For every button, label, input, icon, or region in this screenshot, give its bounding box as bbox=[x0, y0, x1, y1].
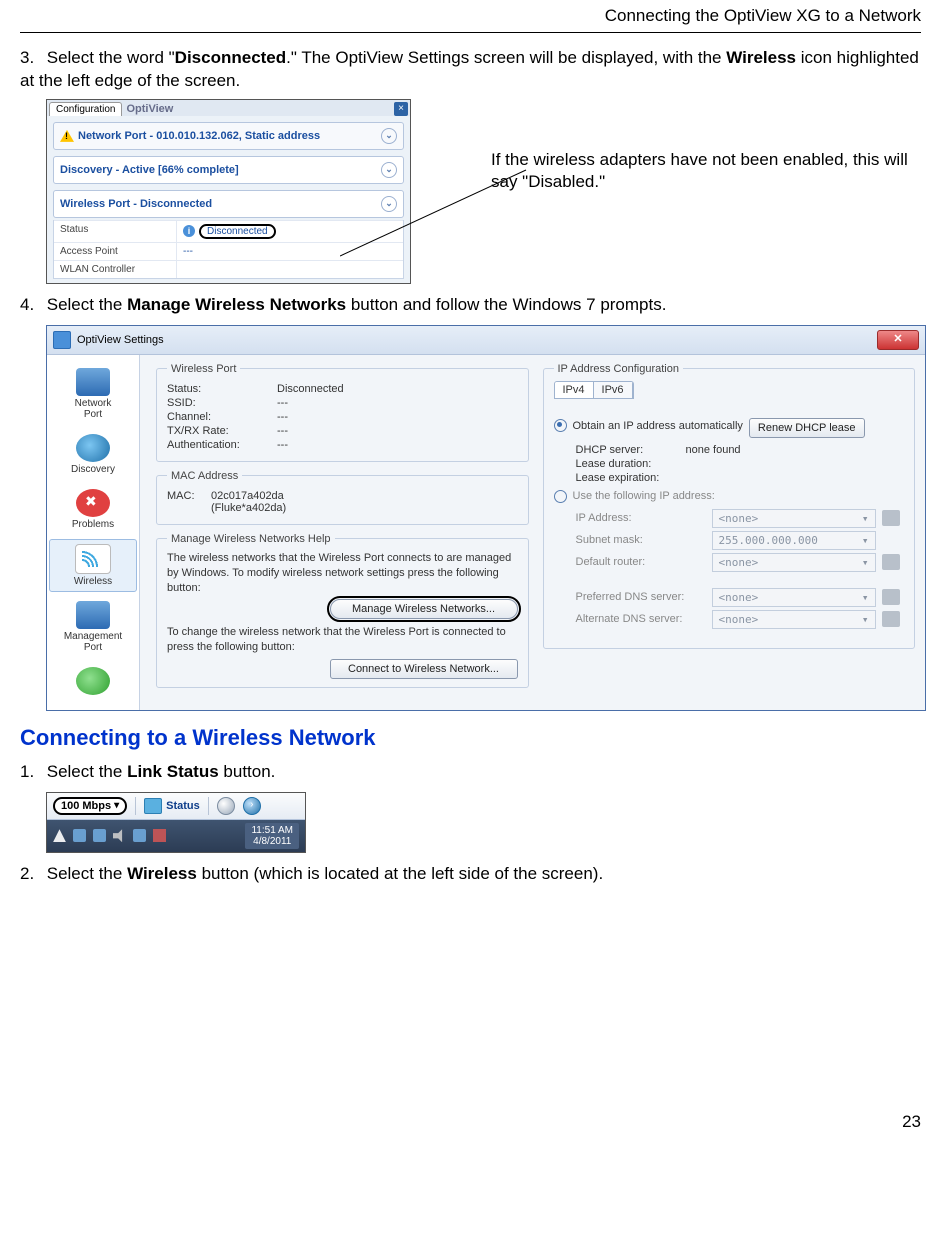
window-titlebar: OptiView Settings ✕ bbox=[47, 326, 925, 355]
connect-to-wireless-network-button[interactable]: Connect to Wireless Network... bbox=[330, 659, 518, 679]
section-heading: Connecting to a Wireless Network bbox=[20, 725, 921, 751]
callout-text: If the wireless adapters have not been e… bbox=[491, 149, 921, 193]
screenshot-network-port-panel: Configuration OptiView × Network Port - … bbox=[46, 99, 411, 284]
sidebar-item-management-port[interactable]: Management Port bbox=[49, 596, 137, 658]
status-button[interactable]: Status bbox=[144, 798, 200, 814]
sidebar-item-extra[interactable] bbox=[49, 662, 137, 702]
group-mac-address: MAC Address MAC: 02c017a402da (Fluke*a40… bbox=[156, 470, 529, 525]
tab-optiview[interactable]: OptiView bbox=[126, 103, 173, 115]
field-ip-address: IP Address:<none>▾ bbox=[576, 509, 905, 528]
grey-nav-icon[interactable] bbox=[217, 797, 235, 815]
screenshot-optiview-settings: OptiView Settings ✕ Network Port Discove… bbox=[46, 325, 926, 711]
radio-obtain-auto[interactable]: Obtain an IP address automatically Renew… bbox=[554, 414, 905, 438]
radio-use-following-ip[interactable]: Use the following IP address: bbox=[554, 490, 905, 503]
keypad-icon[interactable] bbox=[882, 510, 900, 526]
wireless-icon bbox=[75, 544, 111, 574]
sidebar-item-problems[interactable]: Problems bbox=[49, 484, 137, 535]
keypad-icon[interactable] bbox=[882, 589, 900, 605]
link-speed-badge[interactable]: 100Mbps▾ bbox=[53, 797, 127, 815]
field-alternate-dns: Alternate DNS server:<none>▾ bbox=[576, 610, 905, 629]
tab-strip: Configuration OptiView × bbox=[47, 100, 410, 116]
warning-icon bbox=[60, 130, 74, 142]
radio-dot-icon bbox=[554, 490, 567, 503]
tray-network-icon[interactable] bbox=[133, 829, 146, 842]
tray-app-icon[interactable] bbox=[73, 829, 86, 842]
close-icon[interactable]: ✕ bbox=[877, 330, 919, 350]
chevron-down-icon: ▾ bbox=[114, 800, 119, 811]
header-title: Connecting the OptiView XG to a Network bbox=[605, 6, 921, 25]
chevron-down-icon[interactable]: ⌄ bbox=[381, 196, 397, 212]
group-wireless-port: Wireless Port Status:Disconnected SSID:-… bbox=[156, 363, 529, 462]
page-number: 23 bbox=[20, 1112, 921, 1132]
header-rule bbox=[20, 32, 921, 33]
info-icon: i bbox=[183, 225, 195, 237]
field-preferred-dns: Preferred DNS server:<none>▾ bbox=[576, 588, 905, 607]
tray-action-center-icon[interactable] bbox=[153, 829, 166, 842]
screenshot-taskbar-status: 100Mbps▾ Status › 11:51 AM4/8/2011 bbox=[46, 792, 306, 853]
chevron-down-icon[interactable]: ⌄ bbox=[381, 162, 397, 178]
radio-dot-icon bbox=[554, 419, 567, 432]
keypad-icon[interactable] bbox=[882, 611, 900, 627]
sidebar-item-wireless[interactable]: Wireless bbox=[49, 539, 137, 592]
window-title: OptiView Settings bbox=[77, 334, 164, 346]
network-port-icon bbox=[76, 368, 110, 396]
step-3: 3. Select the word "Disconnected." The O… bbox=[20, 47, 921, 93]
step-2: 2. Select the Wireless button (which is … bbox=[20, 863, 921, 886]
group-manage-wireless-help: Manage Wireless Networks Help The wirele… bbox=[156, 533, 529, 688]
wireless-port-details: Status i Disconnected Access Point --- W… bbox=[53, 220, 404, 279]
sidebar-item-network-port[interactable]: Network Port bbox=[49, 363, 137, 425]
field-subnet-mask: Subnet mask:255.000.000.000▾ bbox=[576, 531, 905, 550]
ip-version-tabs[interactable]: IPv4IPv6 bbox=[554, 381, 634, 399]
tray-clock[interactable]: 11:51 AM4/8/2011 bbox=[245, 823, 299, 849]
tab-ipv6[interactable]: IPv6 bbox=[594, 382, 633, 398]
keypad-icon[interactable] bbox=[882, 554, 900, 570]
tab-ipv4[interactable]: IPv4 bbox=[555, 382, 594, 398]
discovery-icon bbox=[76, 434, 110, 462]
step-4: 4. Select the Manage Wireless Networks b… bbox=[20, 294, 921, 317]
group-ip-configuration: IP Address Configuration IPv4IPv6 Obtain… bbox=[543, 363, 916, 649]
row-wireless-port[interactable]: Wireless Port - Disconnected ⌄ bbox=[53, 190, 404, 218]
step-1: 1. Select the Link Status button. bbox=[20, 761, 921, 784]
tab-configuration[interactable]: Configuration bbox=[49, 102, 122, 116]
app-icon bbox=[53, 331, 71, 349]
chevron-down-icon[interactable]: ⌄ bbox=[381, 128, 397, 144]
running-header: Connecting the OptiView XG to a Network bbox=[20, 0, 921, 30]
row-network-port[interactable]: Network Port - 010.010.132.062, Static a… bbox=[53, 122, 404, 150]
problems-icon bbox=[76, 489, 110, 517]
row-discovery[interactable]: Discovery - Active [66% complete] ⌄ bbox=[53, 156, 404, 184]
manage-wireless-networks-button[interactable]: Manage Wireless Networks... bbox=[330, 599, 518, 619]
status-icon bbox=[144, 798, 162, 814]
system-tray: 11:51 AM4/8/2011 bbox=[47, 820, 305, 852]
status-disconnected-link[interactable]: Disconnected bbox=[199, 224, 276, 239]
blue-nav-icon[interactable]: › bbox=[243, 797, 261, 815]
settings-sidebar: Network Port Discovery Problems Wireless… bbox=[47, 355, 140, 710]
tray-show-hidden-icon[interactable] bbox=[53, 829, 66, 842]
tray-volume-icon[interactable] bbox=[113, 829, 126, 842]
management-port-icon bbox=[76, 601, 110, 629]
renew-dhcp-lease-button[interactable]: Renew DHCP lease bbox=[749, 418, 865, 438]
close-icon[interactable]: × bbox=[394, 102, 408, 116]
field-default-router: Default router:<none>▾ bbox=[576, 553, 905, 572]
sidebar-item-discovery[interactable]: Discovery bbox=[49, 429, 137, 480]
green-icon bbox=[76, 667, 110, 695]
tray-app-icon[interactable] bbox=[93, 829, 106, 842]
status-toolbar: 100Mbps▾ Status › bbox=[47, 793, 305, 820]
